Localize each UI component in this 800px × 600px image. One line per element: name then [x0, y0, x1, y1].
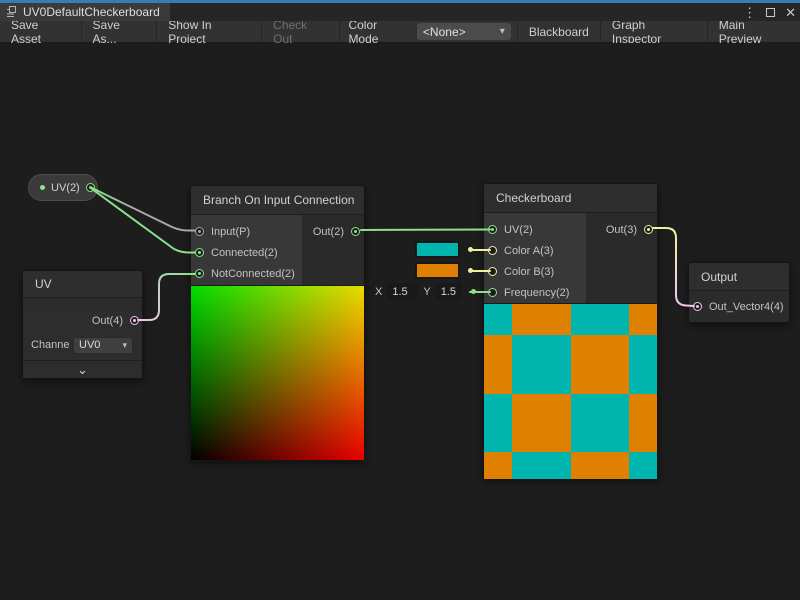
checker-cell [512, 452, 571, 479]
checker-cell [571, 452, 629, 479]
node-branch-on-input-connection[interactable]: Branch On Input Connection Input(P) Conn… [190, 185, 365, 461]
frequency-y-field[interactable]: 1.5 [436, 283, 462, 300]
port-branch-connected[interactable] [195, 248, 204, 257]
chevron-down-icon: ▾ [500, 26, 505, 37]
frequency-x-label: X [375, 286, 382, 298]
port-label: NotConnected(2) [211, 268, 295, 280]
checker-cell [512, 304, 571, 335]
checkerboard-preview [484, 303, 657, 478]
kebab-menu-icon[interactable]: ⋮ [743, 6, 756, 19]
edge-branchout-to-checker-uv[interactable] [361, 230, 490, 231]
checker-cell [571, 304, 629, 335]
checker-cell [484, 335, 512, 394]
color-mode-dropdown[interactable]: <None> ▾ [417, 23, 511, 40]
chevron-down-icon: ▾ [122, 340, 127, 351]
checker-cell [629, 335, 657, 394]
port-label: Color A(3) [504, 245, 554, 257]
frequency-widget[interactable]: X 1.5 Y 1.5 [375, 283, 480, 300]
node-title: UV [23, 271, 142, 298]
exposed-property-dot [40, 185, 45, 190]
port-label: Color B(3) [504, 266, 554, 278]
color-b-swatch-frame[interactable] [415, 262, 460, 279]
node-uv[interactable]: UV Out(4) Channe UV0 ▾ ⌄ [22, 270, 143, 379]
maximize-icon[interactable] [766, 8, 775, 17]
checker-cell [629, 304, 657, 335]
color-b-swatch[interactable] [417, 264, 458, 277]
graph-inspector-button[interactable]: Graph Inspector [600, 21, 707, 42]
node-title: Output [689, 263, 789, 291]
port-branch-input[interactable] [195, 227, 204, 236]
port-label: Connected(2) [211, 247, 278, 259]
close-icon[interactable]: ✕ [785, 6, 796, 19]
channel-dropdown[interactable]: UV0 ▾ [73, 337, 133, 354]
checker-cell [512, 394, 571, 452]
shader-graph-icon [6, 6, 18, 18]
channel-value: UV0 [79, 339, 100, 351]
tab-strip: UV0DefaultCheckerboard ⋮ ✕ [0, 3, 800, 21]
edge-uvpill-to-branch-input[interactable] [92, 188, 195, 231]
checker-cell [629, 452, 657, 479]
edge-uvout4-to-branch-notconnected[interactable] [138, 274, 195, 320]
uv-gradient-preview [191, 285, 364, 460]
node-checkerboard[interactable]: Checkerboard UV(2) Color A(3) Color B(3) [483, 183, 658, 479]
main-preview-button[interactable]: Main Preview [707, 21, 800, 42]
color-a-swatch-frame[interactable] [415, 241, 460, 258]
blackboard-button[interactable]: Blackboard [517, 21, 600, 42]
node-title: Branch On Input Connection [191, 186, 364, 215]
port-branch-notconnected[interactable] [195, 269, 204, 278]
show-in-project-button[interactable]: Show In Project [157, 21, 262, 42]
checker-cell [484, 452, 512, 479]
save-as-button[interactable]: Save As... [82, 21, 158, 42]
color-b-widget[interactable] [415, 262, 477, 279]
port-label: Out_Vector4(4) [709, 301, 784, 313]
port-label: Out(3) [606, 224, 637, 236]
checker-cell [571, 335, 629, 394]
port-label: Out(2) [313, 226, 344, 238]
node-output[interactable]: Output Out_Vector4(4) [688, 262, 790, 323]
port-label: UV(2) [504, 224, 533, 236]
edge-uvpill-to-branch-connected[interactable] [92, 189, 195, 253]
checker-cell [484, 394, 512, 452]
port-label: Frequency(2) [504, 287, 569, 299]
check-out-button: Check Out [262, 21, 340, 42]
color-mode-value: <None> [423, 25, 466, 39]
color-a-swatch[interactable] [417, 243, 458, 256]
node-title: Checkerboard [484, 184, 657, 213]
checker-cell [571, 394, 629, 452]
checker-cell [484, 304, 512, 335]
port-checker-out[interactable] [644, 225, 653, 234]
checker-cell [629, 394, 657, 452]
color-mode-label: Color Mode [340, 21, 416, 42]
save-asset-button[interactable]: Save Asset [0, 21, 82, 42]
node-uv2-property-pill[interactable]: UV(2) [28, 174, 98, 201]
toolbar: Save Asset Save As... Show In Project Ch… [0, 21, 800, 43]
port-label: Input(P) [211, 226, 250, 238]
checker-cell [512, 335, 571, 394]
port-label: Out(4) [92, 315, 123, 327]
collapse-previews-button[interactable]: ⌄ [23, 360, 142, 378]
frequency-y-label: Y [423, 286, 430, 298]
tab-uv0defaultcheckerboard[interactable]: UV0DefaultCheckerboard [0, 3, 170, 21]
frequency-x-field[interactable]: 1.5 [387, 283, 418, 300]
color-a-widget[interactable] [415, 241, 477, 258]
channel-label: Channe [31, 339, 69, 351]
collapse-chevron-icon: ⌄ [77, 366, 88, 374]
tab-title: UV0DefaultCheckerboard [23, 5, 160, 19]
graph-canvas[interactable]: UV(2) Branch On Input Connection Input(P… [0, 43, 800, 600]
pill-label: UV(2) [51, 182, 80, 194]
port-branch-out[interactable] [351, 227, 360, 236]
